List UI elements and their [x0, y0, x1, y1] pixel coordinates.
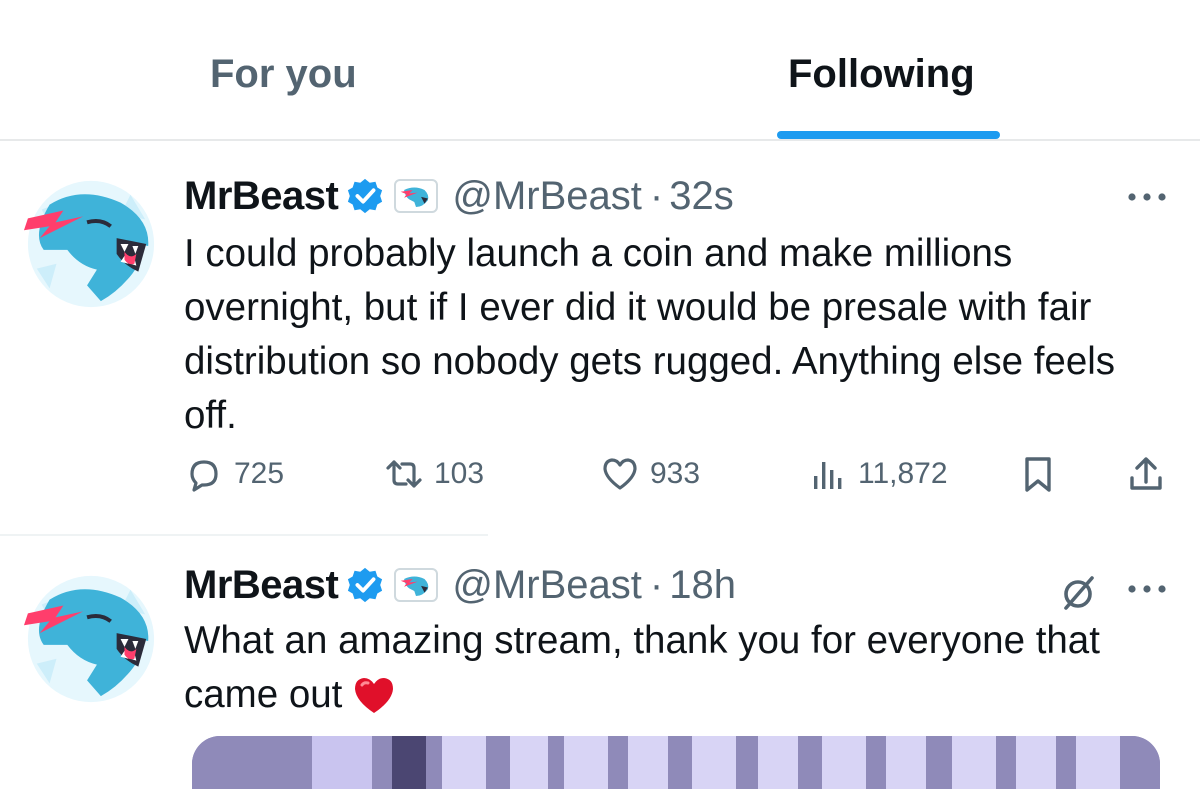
- repost-button[interactable]: 103: [384, 449, 484, 499]
- panther-logo-icon[interactable]: [394, 179, 439, 213]
- timestamp[interactable]: 18h: [669, 563, 736, 608]
- slash-circle-icon[interactable]: [1056, 570, 1100, 614]
- avatar[interactable]: [22, 570, 160, 708]
- tweet-header: MrBeast @MrBeast · 32s: [184, 171, 734, 221]
- views-icon: [814, 462, 842, 489]
- more-options-icon[interactable]: [1124, 187, 1170, 207]
- tweet-text: I could probably launch a coin and make …: [184, 232, 1116, 437]
- more-options-icon[interactable]: [1124, 579, 1170, 599]
- bookmark-icon: [1025, 457, 1051, 492]
- tab-for-you[interactable]: For you: [210, 52, 357, 97]
- tweet[interactable]: MrBeast @MrBeast · 18h What an amazing s…: [0, 536, 1200, 789]
- reply-button[interactable]: 725: [184, 449, 284, 499]
- active-tab-indicator: [777, 131, 1000, 139]
- separator: ·: [649, 173, 664, 218]
- verified-badge-icon: [348, 178, 383, 214]
- author-handle[interactable]: @MrBeast: [452, 174, 642, 219]
- bookmark-button[interactable]: [1018, 449, 1058, 499]
- red-heart-emoji: [355, 678, 394, 713]
- tweet-text-content: What an amazing stream, thank you for ev…: [184, 619, 1100, 716]
- reply-icon: [190, 460, 218, 492]
- share-button[interactable]: [1126, 449, 1166, 499]
- repost-count: 103: [434, 457, 485, 490]
- share-icon: [1130, 457, 1162, 490]
- tweet-header: MrBeast @MrBeast · 18h: [184, 560, 736, 610]
- author-name[interactable]: MrBeast: [184, 563, 339, 608]
- like-count: 933: [650, 457, 701, 490]
- views-button[interactable]: 11,872: [808, 449, 948, 499]
- reply-count: 725: [234, 457, 285, 490]
- author-name[interactable]: MrBeast: [184, 174, 339, 219]
- timestamp[interactable]: 32s: [669, 174, 734, 219]
- tweet[interactable]: MrBeast @MrBeast · 32s I could probably …: [0, 141, 1200, 534]
- tab-following[interactable]: Following: [788, 52, 975, 97]
- separator: ·: [649, 562, 664, 607]
- repost-icon: [386, 460, 422, 488]
- verified-badge-icon: [348, 567, 383, 603]
- avatar[interactable]: [22, 175, 160, 313]
- tweet-media-image[interactable]: [192, 736, 1160, 789]
- like-button[interactable]: 933: [600, 449, 700, 499]
- panther-logo-icon[interactable]: [394, 568, 439, 602]
- views-count: 11,872: [858, 457, 948, 490]
- tweet-text: What an amazing stream, thank you for ev…: [184, 614, 1174, 722]
- timeline-tabs: For you Following: [0, 0, 1200, 141]
- heart-icon: [603, 458, 637, 490]
- tweet-actions: 725 103 933 11,872: [184, 449, 1174, 499]
- author-handle[interactable]: @MrBeast: [452, 563, 642, 608]
